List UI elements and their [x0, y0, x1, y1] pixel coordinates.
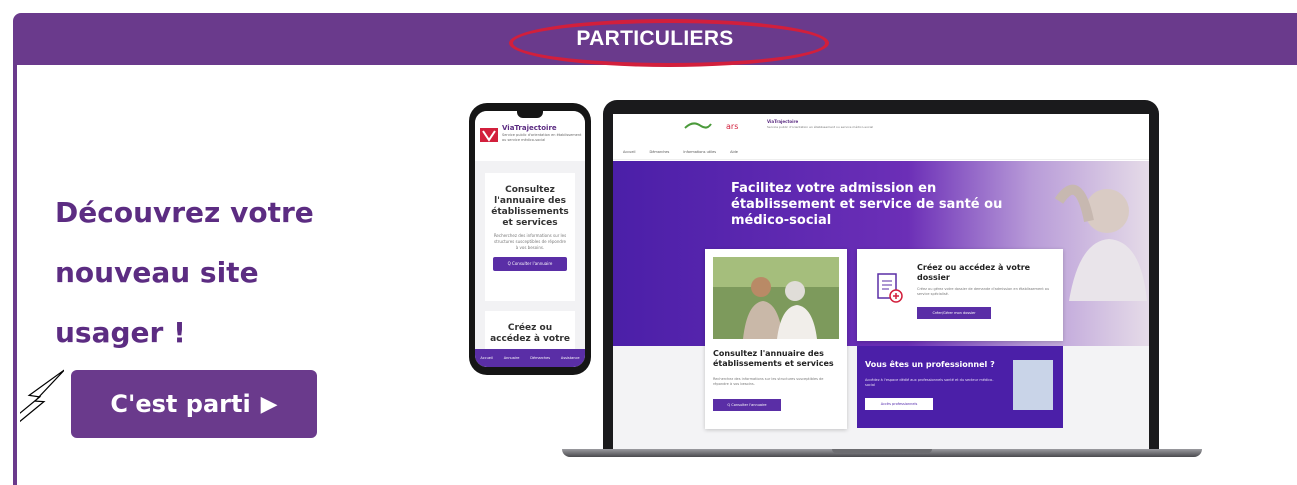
seniors-photo	[713, 257, 839, 339]
laptop-mockup: ars ViaTrajectoire Service public d'orie…	[603, 100, 1159, 450]
republique-logo-icon	[684, 122, 712, 129]
sante-logo-icon: ars	[726, 122, 738, 131]
laptop-pro-button[interactable]: Accès professionnels	[865, 398, 933, 410]
phone-card2-title: Créez ou accédez à votre	[490, 323, 570, 344]
laptop-card-annuaire-text: Recherchez des informations sur les stru…	[713, 377, 824, 386]
laptop-card-dossier: Créez ou accédez à votre dossier Créez o…	[857, 249, 1063, 341]
laptop-card-pro-text: Accédez à l'espace dédié aux professionn…	[865, 378, 994, 387]
phone-nav-item[interactable]: Annuaire	[504, 356, 520, 360]
phone-nav-item[interactable]: Démarches	[530, 356, 550, 360]
panel-header: PARTICULIERS	[13, 13, 1297, 67]
laptop-site-header: ars ViaTrajectoire Service public d'orie…	[613, 114, 1149, 144]
laptop-card-dossier-text: Créez ou gérez votre dossier de demande …	[917, 287, 1050, 296]
phone-mockup: ViaTrajectoire Service public d'orientat…	[469, 103, 591, 375]
mouse-cursor-icon	[20, 369, 64, 425]
laptop-card-pro-title: Vous êtes un professionnel ?	[865, 360, 995, 369]
play-arrow-icon: ▶	[260, 391, 278, 417]
laptop-consult-button[interactable]: Q Consulter l'annuaire	[713, 399, 781, 411]
laptop-brand: ViaTrajectoire	[767, 119, 799, 124]
laptop-site-menu: Accueil Démarches Informations utiles Ai…	[613, 144, 1149, 160]
panel-title: PARTICULIERS	[576, 27, 734, 50]
cta-button[interactable]: C'est parti ▶	[71, 370, 317, 438]
phone-card-title: Consultez l'annuaire des établissements …	[491, 185, 569, 228]
professional-photo	[1013, 360, 1053, 410]
laptop-card-annuaire: Consultez l'annuaire des établissements …	[705, 249, 847, 429]
laptop-card-dossier-title: Créez ou accédez à votre dossier	[917, 263, 1031, 282]
laptop-menu-item[interactable]: Accueil	[623, 150, 636, 154]
phone-nav-item[interactable]: Accueil	[480, 356, 493, 360]
laptop-screen: ars ViaTrajectoire Service public d'orie…	[613, 114, 1149, 450]
document-plus-icon	[877, 273, 903, 303]
laptop-card-annuaire-title: Consultez l'annuaire des établissements …	[713, 349, 834, 368]
phone-nav-item[interactable]: Assistance	[561, 356, 580, 360]
phone-screen: ViaTrajectoire Service public d'orientat…	[475, 111, 585, 367]
headline: Découvrez votre nouveau site usager !	[55, 196, 314, 349]
svg-text:ars: ars	[726, 122, 738, 131]
phone-consult-button[interactable]: Q Consulter l'annuaire	[493, 257, 567, 271]
phone-notch	[517, 111, 543, 118]
phone-subtitle: Service public d'orientation en établiss…	[502, 133, 582, 142]
laptop-dossier-button[interactable]: Créer/Gérer mon dossier	[917, 307, 991, 319]
phone-card-annuaire: Consultez l'annuaire des établissements …	[485, 173, 575, 301]
phone-header: ViaTrajectoire Service public d'orientat…	[475, 111, 585, 161]
phone-card-text: Recherchez des informations sur les stru…	[493, 233, 567, 250]
laptop-hero-title: Facilitez votre admission en établisseme…	[731, 181, 1003, 228]
phone-brand: ViaTrajectoire	[502, 124, 557, 132]
viatrajectoire-logo-icon	[480, 128, 498, 142]
laptop-brand-sub: Service public d'orientation en établiss…	[767, 125, 874, 129]
laptop-menu-item[interactable]: Démarches	[650, 150, 670, 154]
panel-content: Découvrez votre nouveau site usager ! C'…	[17, 65, 1297, 485]
phone-bottom-nav: Accueil Annuaire Démarches Assistance	[475, 349, 585, 367]
laptop-base	[562, 449, 1202, 457]
cta-label: C'est parti	[110, 390, 251, 418]
particuliers-panel: PARTICULIERS Découvrez votre nouveau sit…	[13, 13, 1297, 485]
laptop-card-pro: Vous êtes un professionnel ? Accédez à l…	[857, 346, 1063, 428]
laptop-menu-item[interactable]: Informations utiles	[683, 150, 716, 154]
laptop-menu-item[interactable]: Aide	[730, 150, 738, 154]
